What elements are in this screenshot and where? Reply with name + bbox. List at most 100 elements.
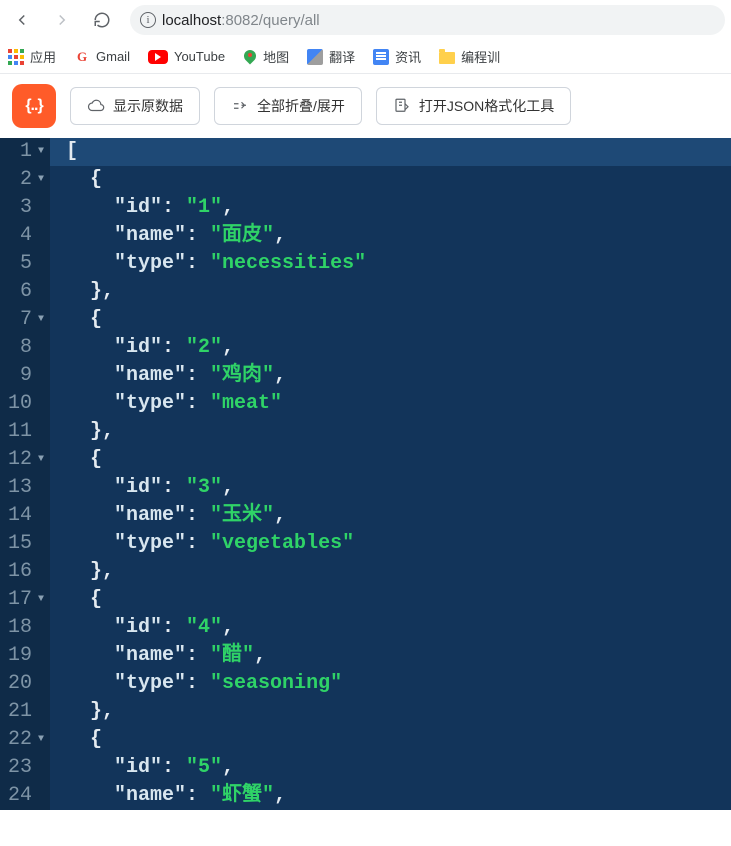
code-line: 9 "name": "鸡肉", <box>0 362 731 390</box>
extension-logo[interactable]: {..} <box>12 84 56 128</box>
code-content[interactable]: "type": "necessities" <box>50 250 731 278</box>
code-content[interactable]: "type": "meat" <box>50 390 731 418</box>
code-content[interactable]: "type": "seasoning" <box>50 670 731 698</box>
address-bar[interactable]: i localhost:8082/query/all <box>130 5 725 35</box>
fold-toggle-icon[interactable]: ▼ <box>36 306 44 334</box>
code-line: 23 "id": "5", <box>0 754 731 782</box>
line-number[interactable]: 20 <box>0 670 50 698</box>
maps-icon <box>243 50 257 64</box>
button-label: 显示原数据 <box>113 96 183 116</box>
fold-toggle-icon[interactable]: ▼ <box>36 446 44 474</box>
fold-toggle-icon[interactable]: ▼ <box>36 138 44 166</box>
forward-button[interactable] <box>46 4 78 36</box>
line-number[interactable]: 18 <box>0 614 50 642</box>
code-content[interactable]: "id": "4", <box>50 614 731 642</box>
line-number[interactable]: 22▼ <box>0 726 50 754</box>
collapse-icon <box>231 97 249 115</box>
code-content[interactable]: "id": "1", <box>50 194 731 222</box>
code-line: 15 "type": "vegetables" <box>0 530 731 558</box>
line-number[interactable]: 3 <box>0 194 50 222</box>
cloud-icon <box>87 97 105 115</box>
line-number[interactable]: 19 <box>0 642 50 670</box>
apps-label: 应用 <box>30 47 56 66</box>
line-number[interactable]: 1▼ <box>0 138 50 166</box>
code-content[interactable]: "type": "vegetables" <box>50 530 731 558</box>
fold-toggle-icon[interactable]: ▼ <box>36 726 44 754</box>
json-extension-toolbar: {..} 显示原数据 全部折叠/展开 打开JSON格式化工具 <box>0 74 731 138</box>
line-number[interactable]: 24 <box>0 782 50 810</box>
line-number[interactable]: 13 <box>0 474 50 502</box>
apps-grid-icon <box>8 49 24 65</box>
line-number[interactable]: 16 <box>0 558 50 586</box>
code-line: 2▼ { <box>0 166 731 194</box>
line-number[interactable]: 6 <box>0 278 50 306</box>
code-content[interactable]: "id": "3", <box>50 474 731 502</box>
line-number[interactable]: 14 <box>0 502 50 530</box>
fold-toggle-icon[interactable]: ▼ <box>36 166 44 194</box>
code-line: 24 "name": "虾蟹", <box>0 782 731 810</box>
site-info-icon[interactable]: i <box>140 12 156 28</box>
code-content[interactable]: { <box>50 586 731 614</box>
code-content[interactable]: "name": "虾蟹", <box>50 782 731 810</box>
news-icon <box>373 49 389 65</box>
code-content[interactable]: "name": "醋", <box>50 642 731 670</box>
button-label: 全部折叠/展开 <box>257 96 345 116</box>
code-line: 20 "type": "seasoning" <box>0 670 731 698</box>
line-number[interactable]: 9 <box>0 362 50 390</box>
bookmark-translate[interactable]: 翻译 <box>307 47 355 66</box>
show-raw-data-button[interactable]: 显示原数据 <box>70 87 200 125</box>
code-content[interactable]: }, <box>50 698 731 726</box>
code-content[interactable]: "name": "鸡肉", <box>50 362 731 390</box>
code-content[interactable]: { <box>50 446 731 474</box>
bookmark-maps[interactable]: 地图 <box>243 47 289 66</box>
code-content[interactable]: [ <box>50 138 731 166</box>
code-content[interactable]: "name": "玉米", <box>50 502 731 530</box>
bookmarks-bar: 应用 G Gmail YouTube 地图 翻译 资讯 编程训 <box>0 40 731 74</box>
code-content[interactable]: { <box>50 726 731 754</box>
gmail-icon: G <box>74 49 90 65</box>
code-content[interactable]: "id": "5", <box>50 754 731 782</box>
line-number[interactable]: 12▼ <box>0 446 50 474</box>
back-button[interactable] <box>6 4 38 36</box>
code-content[interactable]: "name": "面皮", <box>50 222 731 250</box>
reload-button[interactable] <box>86 4 118 36</box>
code-line: 10 "type": "meat" <box>0 390 731 418</box>
line-number[interactable]: 4 <box>0 222 50 250</box>
line-number[interactable]: 17▼ <box>0 586 50 614</box>
line-number[interactable]: 8 <box>0 334 50 362</box>
code-line: 21 }, <box>0 698 731 726</box>
bookmark-label: 资讯 <box>395 47 421 66</box>
json-viewer[interactable]: 1▼ [2▼ {3 "id": "1",4 "name": "面皮",5 "ty… <box>0 138 731 810</box>
code-line: 13 "id": "3", <box>0 474 731 502</box>
code-content[interactable]: { <box>50 306 731 334</box>
code-content[interactable]: "id": "2", <box>50 334 731 362</box>
collapse-expand-button[interactable]: 全部折叠/展开 <box>214 87 362 125</box>
line-number[interactable]: 15 <box>0 530 50 558</box>
open-json-tool-button[interactable]: 打开JSON格式化工具 <box>376 87 571 125</box>
line-number[interactable]: 7▼ <box>0 306 50 334</box>
line-number[interactable]: 2▼ <box>0 166 50 194</box>
folder-icon <box>439 52 455 64</box>
code-line: 4 "name": "面皮", <box>0 222 731 250</box>
code-content[interactable]: }, <box>50 278 731 306</box>
bookmark-news[interactable]: 资讯 <box>373 47 421 66</box>
code-content[interactable]: }, <box>50 558 731 586</box>
fold-toggle-icon[interactable]: ▼ <box>36 586 44 614</box>
url-host: localhost <box>162 12 221 29</box>
apps-button[interactable]: 应用 <box>8 47 56 66</box>
line-number[interactable]: 10 <box>0 390 50 418</box>
code-line: 3 "id": "1", <box>0 194 731 222</box>
line-number[interactable]: 5 <box>0 250 50 278</box>
bookmark-label: YouTube <box>174 49 225 64</box>
code-content[interactable]: }, <box>50 418 731 446</box>
code-line: 14 "name": "玉米", <box>0 502 731 530</box>
line-number[interactable]: 11 <box>0 418 50 446</box>
line-number[interactable]: 21 <box>0 698 50 726</box>
code-line: 6 }, <box>0 278 731 306</box>
bookmark-label: Gmail <box>96 49 130 64</box>
bookmark-youtube[interactable]: YouTube <box>148 49 225 64</box>
bookmark-folder[interactable]: 编程训 <box>439 47 500 66</box>
bookmark-gmail[interactable]: G Gmail <box>74 49 130 65</box>
line-number[interactable]: 23 <box>0 754 50 782</box>
code-content[interactable]: { <box>50 166 731 194</box>
